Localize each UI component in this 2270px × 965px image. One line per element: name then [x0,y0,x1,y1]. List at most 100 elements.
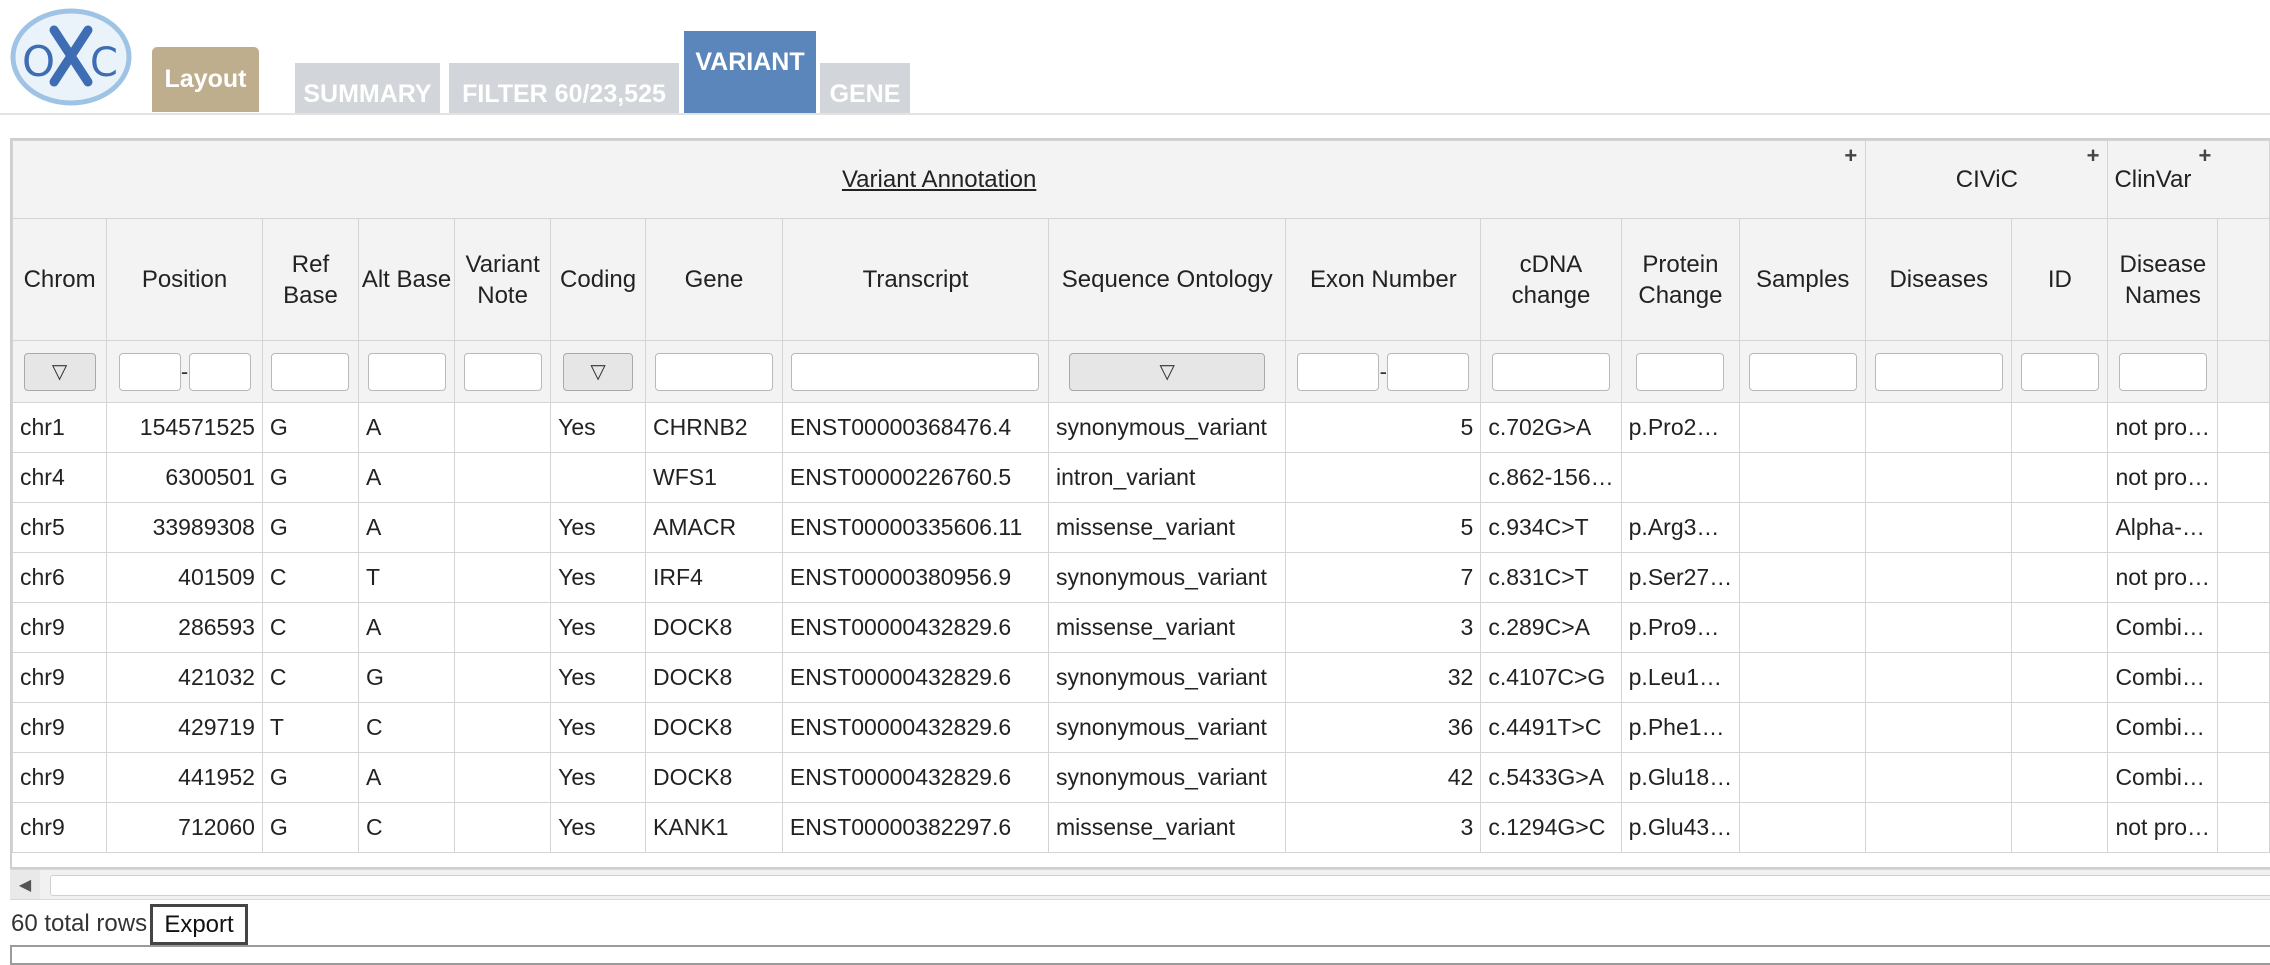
cell-samples[interactable] [1739,552,1867,603]
header-civic-id[interactable]: ID [2011,218,2109,341]
cell-samples[interactable] [1739,602,1867,653]
cell-alt[interactable]: G [357,652,456,703]
cell-note[interactable] [454,702,552,753]
cell-clinvar[interactable]: Combi… [2107,652,2219,703]
group-variant-annotation[interactable]: Variant Annotation + [12,140,1867,219]
header-samples[interactable]: Samples [1739,218,1867,341]
cell-transcript[interactable]: ENST00000380956.9 [781,552,1050,603]
cell-clinvar[interactable]: Combi… [2107,602,2219,653]
cell-transcript[interactable]: ENST00000432829.6 [781,752,1050,803]
expand-icon[interactable]: + [1844,143,1857,169]
cell-ref[interactable]: G [261,502,359,553]
cell-coding[interactable]: Yes [550,702,647,753]
cell-samples[interactable] [1739,652,1867,703]
header-coding[interactable]: Coding [550,218,647,341]
cell-gene[interactable]: CHRNB2 [645,402,783,453]
cell-transcript[interactable]: ENST00000432829.6 [781,652,1050,703]
filter-exon-max[interactable] [1387,352,1470,391]
cell-note[interactable] [454,452,552,503]
cell-exon[interactable]: 5 [1285,502,1482,553]
cell-coding[interactable]: Yes [550,602,647,653]
cell-clinvar[interactable]: not pro… [2107,552,2219,603]
cell-so[interactable]: synonymous_variant [1047,402,1287,453]
cell-civic-id[interactable] [2011,652,2109,703]
export-button[interactable]: Export [150,904,248,945]
cell-position[interactable]: 6300501 [106,452,263,503]
cell-chrom[interactable]: chr6 [12,552,108,603]
cell-protein[interactable]: p.Glu18… [1620,752,1741,803]
group-label[interactable]: Variant Annotation [842,166,1036,193]
cell-coding[interactable]: Yes [550,502,647,553]
cell-cdna[interactable]: c.1294G>C [1480,802,1622,853]
filter-position-min[interactable] [118,352,181,391]
header-protein-change[interactable]: Protein Change [1620,218,1741,341]
header-chrom[interactable]: Chrom [12,218,108,341]
cell-samples[interactable] [1739,702,1867,753]
table-row[interactable]: chr5 33989308 G A Yes AMACR ENST00000335606.11… [12,502,2270,553]
cell-civic-diseases[interactable] [1865,552,2013,603]
table-row[interactable]: chr9 712060 G C Yes KANK1 ENST00000382297.6 mis… [12,802,2270,853]
cell-gene[interactable]: DOCK8 [645,702,783,753]
cell-civic-id[interactable] [2011,802,2109,853]
cell-clinvar[interactable]: not pro… [2107,802,2219,853]
cell-transcript[interactable]: ENST00000382297.6 [781,802,1050,853]
cell-clinvar[interactable]: Alpha-… [2107,502,2219,553]
cell-protein[interactable]: p.Glu43… [1620,802,1741,853]
filter-exon-min[interactable] [1297,352,1380,391]
expand-icon[interactable]: + [2198,143,2211,169]
cell-protein[interactable] [1620,452,1741,503]
cell-position[interactable]: 33989308 [106,502,263,553]
filter-samples[interactable] [1748,352,1857,391]
header-clinvar-disease-names[interactable]: Disease Names [2107,218,2219,341]
expand-icon[interactable]: + [2087,143,2100,169]
group-civic[interactable]: CIViC + [1865,140,2109,219]
tab-variant[interactable]: VARIANT [684,31,816,113]
cell-note[interactable] [454,802,552,853]
cell-so[interactable]: missense_variant [1047,502,1287,553]
cell-coding[interactable]: Yes [550,752,647,803]
cell-coding[interactable] [550,452,647,503]
cell-coding[interactable]: Yes [550,652,647,703]
scroll-left-icon[interactable]: ◀ [10,870,40,899]
cell-position[interactable]: 429719 [106,702,263,753]
cell-protein[interactable]: p.Arg3… [1620,502,1741,553]
cell-alt[interactable]: C [357,702,456,753]
cell-civic-id[interactable] [2011,402,2109,453]
cell-civic-id[interactable] [2011,452,2109,503]
cell-gene[interactable]: DOCK8 [645,752,783,803]
filter-protein-change[interactable] [1636,352,1725,391]
cell-alt[interactable]: C [357,802,456,853]
filter-transcript[interactable] [791,352,1040,391]
cell-chrom[interactable]: chr5 [12,502,108,553]
table-row[interactable]: chr9 441952 G A Yes DOCK8 ENST00000432829.6 syn… [12,752,2270,803]
filter-sequence-ontology-dropdown[interactable]: ▽ [1069,352,1266,391]
cell-alt[interactable]: A [357,752,456,803]
filter-gene[interactable] [654,352,773,391]
header-ref-base[interactable]: Ref Base [261,218,359,341]
cell-ref[interactable]: G [261,452,359,503]
cell-exon[interactable] [1285,452,1482,503]
filter-position-max[interactable] [188,352,251,391]
cell-gene[interactable]: DOCK8 [645,652,783,703]
cell-coding[interactable]: Yes [550,802,647,853]
cell-ref[interactable]: G [261,802,359,853]
cell-exon[interactable]: 7 [1285,552,1482,603]
table-row[interactable]: chr1 154571525 G A Yes CHRNB2 ENST00000368476.… [12,402,2270,453]
cell-protein[interactable]: p.Pro2… [1620,402,1741,453]
cell-alt[interactable]: A [357,602,456,653]
cell-so[interactable]: synonymous_variant [1047,552,1287,603]
cell-so[interactable]: synonymous_variant [1047,752,1287,803]
cell-clinvar[interactable]: not pro… [2107,452,2219,503]
cell-cdna[interactable]: c.934C>T [1480,502,1622,553]
cell-protein[interactable]: p.Ser27… [1620,552,1741,603]
cell-cdna[interactable]: c.831C>T [1480,552,1622,603]
cell-transcript[interactable]: ENST00000432829.6 [781,702,1050,753]
tab-filter[interactable]: FILTER 60/23,525 [449,63,679,113]
group-clinvar[interactable]: ClinVar + [2107,140,2270,219]
cell-ref[interactable]: C [261,652,359,703]
filter-ref-base[interactable] [271,352,350,391]
filter-civic-diseases[interactable] [1874,352,2003,391]
cell-note[interactable] [454,652,552,703]
cell-ref[interactable]: C [261,552,359,603]
cell-protein[interactable]: p.Pro9… [1620,602,1741,653]
